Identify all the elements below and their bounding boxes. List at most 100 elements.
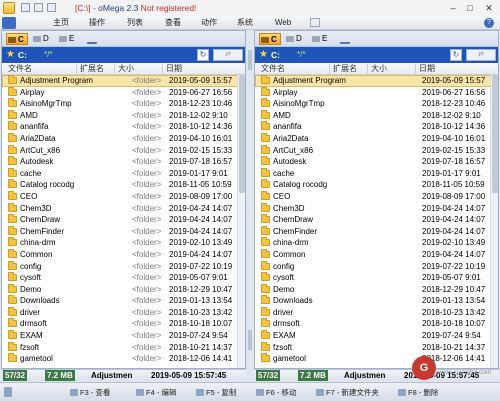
file-row[interactable]: Downloads 2019-01-13 13:54	[255, 295, 492, 307]
drive-c-button[interactable]: C	[259, 33, 281, 45]
app-logo-icon[interactable]	[3, 2, 15, 14]
column-size[interactable]: 大小	[371, 64, 387, 74]
scrollbar-thumb[interactable]	[492, 75, 498, 193]
favorites-star-icon[interactable]: ★	[6, 49, 15, 61]
file-row[interactable]: Downloads <folder> 2019-01-13 13:54	[2, 295, 239, 307]
f3-view-button[interactable]: F3 - 查看	[70, 387, 110, 398]
file-row[interactable]: Demo <folder> 2018-12-29 10:47	[2, 283, 239, 296]
file-row[interactable]: Common <folder> 2019-04-24 14:07	[2, 248, 239, 261]
column-divider[interactable]	[114, 64, 115, 74]
file-row[interactable]: drmsoft 2018-10-18 10:07	[255, 318, 492, 330]
favorites-star-icon[interactable]: ★	[259, 49, 268, 61]
file-row[interactable]: Adjustment Program 2019-05-09 15:57	[255, 75, 492, 87]
path-go-button[interactable]: ⇄	[213, 49, 243, 61]
drive-c-button[interactable]: C	[6, 33, 28, 45]
column-size[interactable]: 大小	[118, 64, 134, 74]
tab-home[interactable]: 主页	[50, 17, 72, 29]
file-row[interactable]: cysoft 2019-05-07 9:01	[255, 272, 492, 284]
file-row[interactable]: Adjustment Program <folder> 2019-05-09 15:…	[2, 75, 239, 87]
file-row[interactable]: config 2019-07-22 10:19	[255, 260, 492, 273]
splitter-grip[interactable]	[248, 330, 252, 350]
tab-view[interactable]: 查看	[162, 17, 184, 29]
column-date[interactable]: 日期	[419, 64, 435, 74]
file-row[interactable]: ananfifa 2018-10-12 14:36	[255, 121, 492, 133]
column-divider[interactable]	[162, 64, 163, 74]
network-drive-icon[interactable]	[339, 33, 353, 45]
file-row[interactable]: china-drm <folder> 2019-02-10 13:49	[2, 237, 239, 249]
file-row[interactable]: Chem3D <folder> 2019-04-24 14:07	[2, 202, 239, 215]
file-row[interactable]: ananfifa <folder> 2018-10-12 14:36	[2, 121, 239, 133]
quick-access-undo-icon[interactable]	[34, 3, 43, 12]
file-row[interactable]: EXAM 2019-07-24 9:54	[255, 330, 492, 342]
tab-list[interactable]: 列表	[124, 17, 146, 29]
splitter-grip[interactable]	[248, 50, 252, 70]
file-row[interactable]: Catalog rocodg <folder> 2018-11-05 10:59	[2, 179, 239, 191]
current-path[interactable]: C:	[18, 49, 27, 61]
f7-new-folder-button[interactable]: F7 - 新建文件夹	[316, 387, 379, 398]
file-row[interactable]: Chem3D 2019-04-24 14:07	[255, 202, 492, 215]
path-go-button[interactable]: ⇄	[466, 49, 496, 61]
window-layout-icon[interactable]	[310, 18, 320, 27]
drive-e-button[interactable]: E	[311, 33, 327, 45]
scrollbar-thumb[interactable]	[239, 75, 245, 193]
tab-web[interactable]: Web	[272, 17, 294, 29]
toolbar-grip-icon[interactable]	[4, 387, 12, 397]
app-menu-button[interactable]	[2, 17, 16, 29]
tab-system[interactable]: 系统	[234, 17, 256, 29]
help-icon[interactable]: ?	[484, 18, 494, 28]
file-row[interactable]: Aria2Data 2019-04-10 16:01	[255, 132, 492, 145]
file-row[interactable]: AMD <folder> 2018-12-02 9:10	[2, 109, 239, 122]
minimize-button[interactable]: –	[446, 2, 460, 14]
drive-e-button[interactable]: E	[58, 33, 74, 45]
file-row[interactable]: CEO <folder> 2019-08-09 17:00	[2, 190, 239, 203]
pane-splitter[interactable]	[246, 30, 254, 369]
column-divider[interactable]	[76, 64, 77, 74]
file-row[interactable]: ChemDraw 2019-04-24 14:07	[255, 214, 492, 226]
file-row[interactable]: ChemDraw <folder> 2019-04-24 14:07	[2, 214, 239, 226]
column-divider[interactable]	[367, 64, 368, 74]
refresh-icon[interactable]: ↻	[197, 49, 209, 61]
file-row[interactable]: driver 2018-10-23 13:42	[255, 306, 492, 319]
f8-delete-button[interactable]: F8 - 删除	[398, 387, 438, 398]
quick-access-save-icon[interactable]	[21, 3, 30, 12]
file-row[interactable]: config <folder> 2019-07-22 10:19	[2, 260, 239, 273]
column-extension[interactable]: 扩展名	[80, 64, 104, 74]
vertical-scrollbar[interactable]	[490, 75, 498, 368]
file-row[interactable]: cysoft <folder> 2019-05-07 9:01	[2, 272, 239, 284]
file-row[interactable]: cache <folder> 2019-01-17 9:01	[2, 167, 239, 180]
column-divider[interactable]	[329, 64, 330, 74]
file-row[interactable]: ChemFinder <folder> 2019-04-24 14:07	[2, 225, 239, 238]
file-row[interactable]: Airplay 2019-06-27 16:56	[255, 86, 492, 99]
file-row[interactable]: drmsoft <folder> 2018-10-18 10:07	[2, 318, 239, 330]
file-row[interactable]: driver <folder> 2018-10-23 13:42	[2, 306, 239, 319]
f6-move-button[interactable]: F6 - 移动	[256, 387, 296, 398]
file-row[interactable]: ArtCut_x86 2019-02-15 15:33	[255, 144, 492, 157]
file-row[interactable]: ArtCut_x86 <folder> 2019-02-15 15:33	[2, 144, 239, 157]
file-row[interactable]: Aria2Data <folder> 2019-04-10 16:01	[2, 132, 239, 145]
file-row[interactable]: AisinoMgrTmp 2018-12-23 10:46	[255, 98, 492, 110]
network-drive-icon[interactable]	[86, 33, 100, 45]
file-row[interactable]: cache 2019-01-17 9:01	[255, 167, 492, 180]
file-row[interactable]: CEO 2019-08-09 17:00	[255, 190, 492, 203]
file-row[interactable]: Demo 2018-12-29 10:47	[255, 283, 492, 296]
file-filter[interactable]: */*	[297, 49, 305, 61]
file-row[interactable]: Autodesk <folder> 2019-07-18 16:57	[2, 156, 239, 168]
file-row[interactable]: AMD 2018-12-02 9:10	[255, 109, 492, 122]
column-date[interactable]: 日期	[166, 64, 182, 74]
close-button[interactable]: ✕	[482, 2, 496, 14]
tab-operation[interactable]: 操作	[86, 17, 108, 29]
column-extension[interactable]: 扩展名	[333, 64, 357, 74]
file-row[interactable]: EXAM <folder> 2019-07-24 9:54	[2, 330, 239, 342]
column-name[interactable]: 文件名	[8, 64, 32, 74]
current-path[interactable]: C:	[271, 49, 280, 61]
file-row[interactable]: fzsoft <folder> 2018-10-21 14:37	[2, 341, 239, 354]
file-row[interactable]: Catalog rocodg 2018-11-05 10:59	[255, 179, 492, 191]
quick-access-dropdown-icon[interactable]	[47, 3, 56, 12]
file-filter[interactable]: */*	[44, 49, 52, 61]
file-row[interactable]: fzsoft 2018-10-21 14:37	[255, 341, 492, 354]
refresh-icon[interactable]: ↻	[450, 49, 462, 61]
f4-edit-button[interactable]: F4 - 编辑	[136, 387, 176, 398]
file-row[interactable]: ChemFinder 2019-04-24 14:07	[255, 225, 492, 238]
file-row[interactable]: china-drm 2019-02-10 13:49	[255, 237, 492, 249]
vertical-scrollbar[interactable]	[237, 75, 245, 368]
